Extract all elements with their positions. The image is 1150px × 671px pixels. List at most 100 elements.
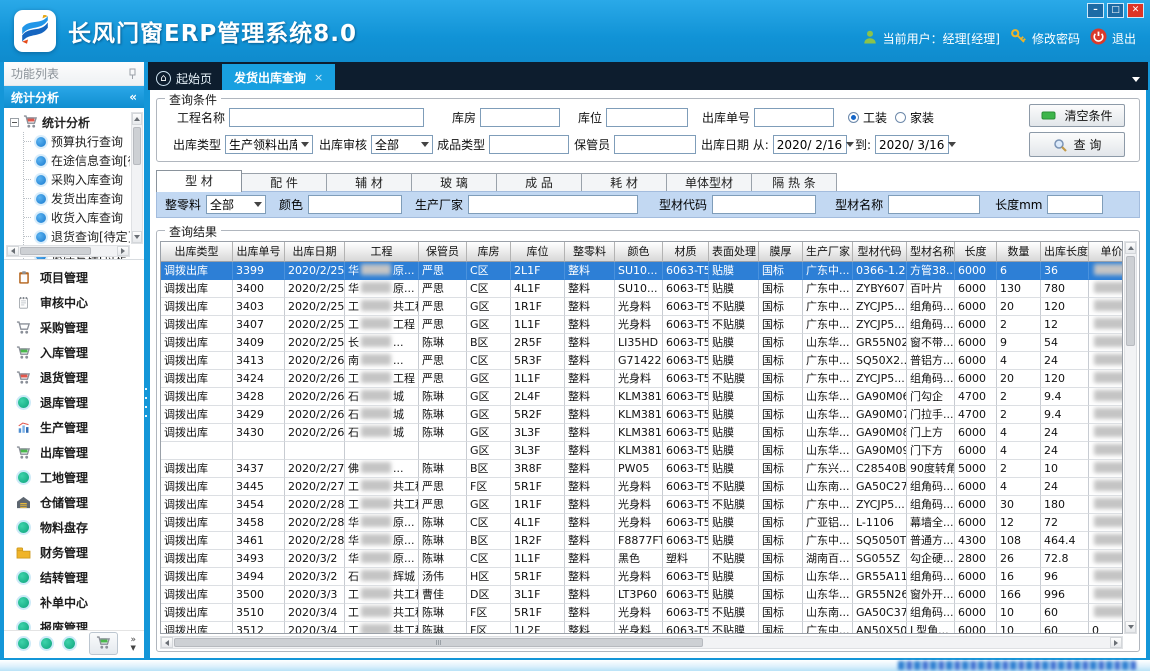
table-row[interactable]: 调拨出库35122020/3/4工共工程陈琳F区1L2F整料光身料6063-T5… — [161, 622, 1123, 634]
table-row[interactable]: 调拨出库34582020/2/28华原...陈琳C区4L1F整料光身料6063-… — [161, 514, 1123, 532]
minimize-button[interactable]: – — [1087, 3, 1104, 18]
column-header[interactable]: 工程 — [345, 242, 419, 262]
tree-expander-icon[interactable] — [10, 118, 19, 127]
stat-group-header[interactable]: 统计分析 « — [4, 86, 144, 108]
profile-name-input[interactable] — [888, 195, 980, 214]
scroll-down-icon[interactable] — [1125, 621, 1136, 633]
tree-item[interactable]: 发货出库查询 — [24, 189, 130, 208]
length-input[interactable] — [1047, 195, 1103, 214]
splitter-handle[interactable] — [145, 388, 147, 422]
sidebar-item-物料盘存[interactable]: 物料盘存 — [4, 515, 144, 540]
column-header[interactable]: 出库长度 — [1041, 242, 1089, 262]
sidebar-item-仓储管理[interactable]: 仓储管理 — [4, 490, 144, 515]
tree-item[interactable]: 退货查询[待定] — [24, 227, 130, 246]
out-type-select[interactable]: 生产领料出库 — [225, 135, 313, 154]
tab-list-chevron-icon[interactable] — [1132, 77, 1140, 82]
tree-root[interactable]: 统计分析 — [10, 113, 130, 132]
tab-home[interactable]: ⌂ 起始页 — [148, 66, 222, 90]
sidebar-item-补单中心[interactable]: 补单中心 — [4, 590, 144, 615]
sidebar-item-采购管理[interactable]: 采购管理 — [4, 315, 144, 340]
table-row[interactable]: 调拨出库34302020/2/26石城陈琳G区3L3F整料KLM38176063… — [161, 424, 1123, 442]
date-to-picker[interactable]: 2020/ 3/16 — [875, 135, 949, 154]
radio-engineering[interactable] — [848, 112, 859, 123]
collapsed-cart-button[interactable] — [89, 632, 118, 655]
table-row[interactable]: 调拨出库34032020/2/25工共工程严思G区1R1F整料光身料6063-T… — [161, 298, 1123, 316]
scroll-down-icon[interactable] — [132, 231, 142, 243]
material-tab-玻璃[interactable]: 玻 璃 — [411, 173, 497, 192]
sidebar-item-工地管理[interactable]: 工地管理 — [4, 465, 144, 490]
tree-scroll-thumb[interactable] — [133, 127, 141, 165]
color-input[interactable] — [308, 195, 402, 214]
table-row[interactable]: 调拨出库34452020/2/27工共工程严思F区5R1F整料光身料6063-T… — [161, 478, 1123, 496]
table-row[interactable]: 调拨出库34942020/3/2石辉城汤伟H区5R1F整料光身料6063-T5贴… — [161, 568, 1123, 586]
tree-horizontal-scrollbar[interactable] — [6, 245, 130, 257]
project-name-input[interactable] — [229, 108, 424, 127]
grid-horizontal-scrollbar[interactable] — [160, 636, 1123, 649]
logout-button[interactable]: 退出 — [1090, 28, 1136, 48]
sidebar-item-出库管理[interactable]: 出库管理 — [4, 440, 144, 465]
close-button[interactable]: ✕ — [1127, 3, 1144, 18]
material-tab-辅材[interactable]: 辅 材 — [326, 173, 412, 192]
tree-item[interactable]: 预算执行查询 — [24, 132, 130, 151]
material-tab-型材[interactable]: 型 材 — [156, 170, 242, 192]
location-input[interactable] — [606, 108, 688, 127]
tree-vertical-scrollbar[interactable] — [131, 112, 143, 244]
tab-shipping-query[interactable]: 发货出库查询 × — [222, 64, 335, 90]
column-header[interactable]: 保管员 — [419, 242, 467, 262]
table-row[interactable]: 调拨出库34932020/3/2华原...陈琳C区1L1F整料黑色塑料不贴膜国标… — [161, 550, 1123, 568]
table-row[interactable]: 调拨出库34072020/2/25工工程严思G区1L1F整料光身料6063-T5… — [161, 316, 1123, 334]
tree-item[interactable]: 收货入库查询 — [24, 208, 130, 227]
column-header[interactable]: 型材名称 — [907, 242, 955, 262]
table-row[interactable]: 调拨出库34002020/2/25华原...严思C区4L1F整料SU10...6… — [161, 280, 1123, 298]
column-header[interactable]: 库位 — [511, 242, 565, 262]
warehouse-input[interactable] — [480, 108, 560, 127]
grid-hscroll-thumb[interactable] — [174, 638, 703, 647]
material-tab-耗材[interactable]: 耗 材 — [581, 173, 667, 192]
table-row[interactable]: 调拨出库33992020/2/25华原...严思C区2L1F整料SU10...6… — [161, 262, 1123, 280]
table-row[interactable]: 调拨出库34292020/2/26石城陈琳G区5R2F整料KLM38176063… — [161, 406, 1123, 424]
material-tab-成品[interactable]: 成 品 — [496, 173, 582, 192]
scroll-right-icon[interactable] — [1110, 637, 1122, 648]
tree-hscroll-thumb[interactable] — [20, 247, 91, 255]
grid-vertical-scrollbar[interactable] — [1124, 241, 1137, 634]
collapsed-module-icon[interactable] — [64, 638, 75, 649]
column-header[interactable]: 整零料 — [565, 242, 615, 262]
sidebar-item-退库管理[interactable]: 退库管理 — [4, 390, 144, 415]
column-header[interactable]: 材质 — [663, 242, 709, 262]
sidebar-item-入库管理[interactable]: 入库管理 — [4, 340, 144, 365]
column-header[interactable]: 数量 — [997, 242, 1041, 262]
whole-part-select[interactable]: 全部 — [206, 195, 266, 214]
sidebar-item-财务管理[interactable]: 财务管理 — [4, 540, 144, 565]
maximize-button[interactable]: □ — [1107, 3, 1124, 18]
audit-select[interactable]: 全部 — [371, 135, 433, 154]
collapse-icon[interactable]: « — [129, 90, 137, 104]
more-modules-button[interactable]: » ▼ — [130, 636, 136, 652]
product-type-input[interactable] — [489, 135, 569, 154]
column-header[interactable]: 型材代码 — [853, 242, 907, 262]
sidebar-item-生产管理[interactable]: 生产管理 — [4, 415, 144, 440]
table-row[interactable]: 调拨出库34542020/2/28工共工程严思G区1R1F整料光身料6063-T… — [161, 496, 1123, 514]
column-header[interactable]: 出库日期 — [285, 242, 345, 262]
column-header[interactable]: 膜厚 — [759, 242, 803, 262]
pin-icon[interactable] — [128, 68, 137, 80]
table-row[interactable]: 调拨出库34092020/2/25长...陈琳B区2R5F整料LI35HD606… — [161, 334, 1123, 352]
scroll-left-icon[interactable] — [161, 637, 173, 648]
profile-code-input[interactable] — [712, 195, 816, 214]
scroll-left-icon[interactable] — [7, 246, 19, 256]
change-password-button[interactable]: 修改密码 — [1010, 28, 1080, 48]
table-row[interactable]: 调拨出库34282020/2/26石城陈琳G区2L4F整料KLM38176063… — [161, 388, 1123, 406]
collapsed-module-icon[interactable] — [41, 638, 52, 649]
material-tab-单体型材[interactable]: 单体型材 — [666, 173, 752, 192]
table-row[interactable]: 调拨出库34612020/2/28华原...陈琳B区1R2F整料F8877FT6… — [161, 532, 1123, 550]
column-header[interactable]: 表面处理 — [709, 242, 759, 262]
table-row[interactable]: G区3L3F整料KLM38176063-T5贴膜国标山东华...GA90M09.… — [161, 442, 1123, 460]
material-tab-配件[interactable]: 配 件 — [241, 173, 327, 192]
search-button[interactable]: 查 询 — [1029, 132, 1125, 157]
column-header[interactable]: 生产厂家 — [803, 242, 853, 262]
scroll-up-icon[interactable] — [132, 113, 142, 125]
material-tab-隔热条[interactable]: 隔 热 条 — [751, 173, 837, 192]
tree-item[interactable]: 在途信息查询[待 — [24, 151, 130, 170]
scroll-up-icon[interactable] — [1125, 242, 1136, 254]
clear-conditions-button[interactable]: 清空条件 — [1029, 104, 1125, 127]
scroll-right-icon[interactable] — [117, 246, 129, 256]
